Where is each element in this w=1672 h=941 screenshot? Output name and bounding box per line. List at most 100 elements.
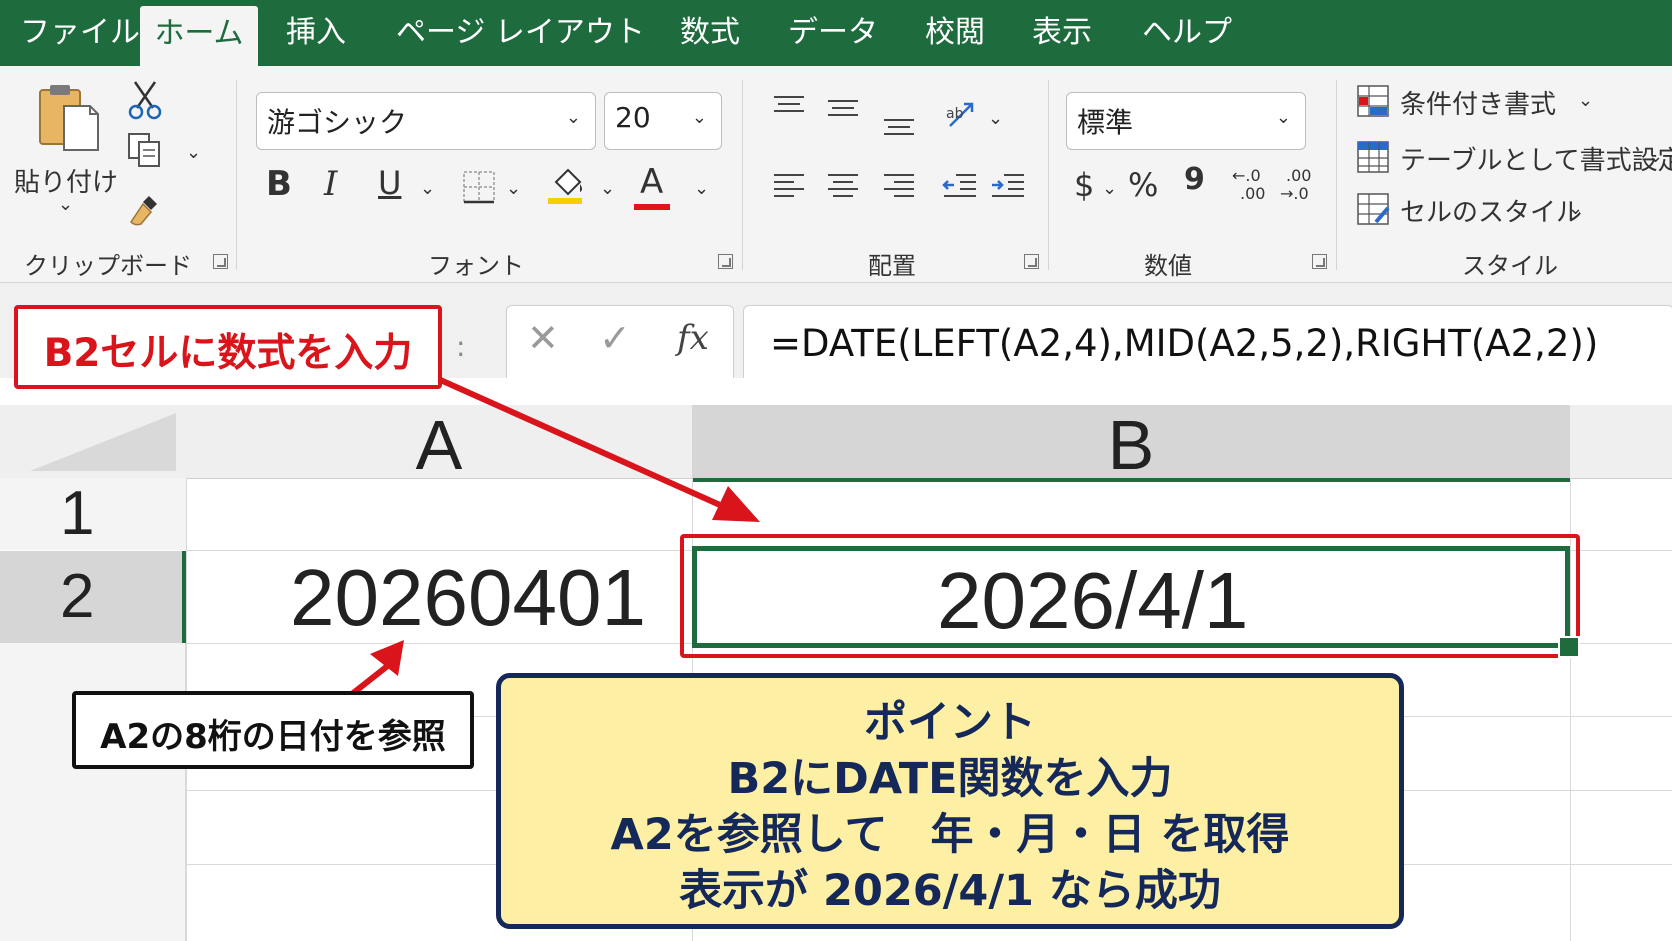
border-dropdown-chevron-icon[interactable]: ⌄ [506, 178, 521, 199]
column-header-b[interactable]: B [692, 405, 1570, 484]
decrease-indent-icon[interactable] [942, 172, 978, 202]
alignment-launcher-icon[interactable] [1024, 254, 1039, 269]
tab-home[interactable]: ホーム [140, 6, 258, 66]
fill-color-dropdown-chevron-icon[interactable]: ⌄ [600, 178, 615, 199]
formula-controls: ✕ ✓ fx [506, 305, 734, 387]
chevron-down-icon: ⌄ [1568, 198, 1584, 219]
tab-insert[interactable]: 挿入 [286, 0, 346, 66]
cell-b2[interactable]: 2026/4/1 [692, 546, 1570, 648]
currency-dropdown-chevron-icon[interactable]: ⌄ [1102, 178, 1117, 199]
insert-function-button[interactable]: fx [677, 318, 709, 358]
conditional-formatting-label: 条件付き書式 [1400, 90, 1557, 120]
underline-button[interactable]: U [378, 164, 401, 202]
cut-icon[interactable] [127, 80, 163, 120]
row-headers-blank [0, 643, 186, 941]
tab-review[interactable]: 校閲 [925, 0, 985, 66]
orientation-dropdown-chevron-icon[interactable]: ⌄ [988, 108, 1003, 129]
cancel-icon[interactable]: ✕ [527, 316, 559, 360]
align-left-icon[interactable] [772, 172, 806, 202]
conditional-formatting-button[interactable]: 条件付き書式 ⌄ [1356, 84, 1656, 128]
ribbon-tab-bar: ファイル ホーム 挿入 ページ レイアウト 数式 データ 校閲 表示 ヘルプ [0, 0, 1672, 66]
copy-icon[interactable] [127, 132, 163, 170]
format-as-table-button[interactable]: テーブルとして書式設定 ⌄ [1356, 140, 1672, 184]
bold-button[interactable]: B [266, 164, 292, 204]
font-size-dropdown[interactable]: 20 ⌄ [604, 92, 722, 150]
clipboard-icon [39, 85, 99, 151]
point-box: ポイント B2にDATE関数を入力 A2を参照して 年・月・日 を取得 表示が … [496, 673, 1404, 929]
align-middle-icon[interactable] [826, 98, 860, 128]
decrease-decimal-top: .00 [1286, 166, 1312, 185]
increase-indent-icon[interactable] [990, 172, 1026, 202]
increase-decimal-button[interactable]: ←.0 .00 [1232, 166, 1276, 210]
font-name-value: 游ゴシック [267, 106, 408, 139]
border-icon[interactable] [462, 170, 496, 204]
tab-view[interactable]: 表示 [1032, 0, 1092, 66]
align-right-icon[interactable] [882, 172, 916, 202]
tab-page-layout[interactable]: ページ レイアウト [396, 0, 645, 66]
conditional-formatting-icon [1357, 85, 1389, 117]
tab-formulas[interactable]: 数式 [680, 0, 740, 66]
tab-data[interactable]: データ [788, 0, 878, 66]
cell-a2[interactable]: 20260401 [290, 552, 646, 644]
column-header-a[interactable]: A [186, 405, 692, 484]
callout-enter-formula: B2セルに数式を入力 [14, 305, 442, 389]
clipboard-launcher-icon[interactable] [213, 254, 228, 269]
fill-color-icon[interactable] [546, 162, 586, 206]
font-launcher-icon[interactable] [718, 254, 733, 269]
enter-check-icon[interactable]: ✓ [599, 316, 631, 360]
font-color-button[interactable]: A [640, 162, 663, 202]
formula-text: =DATE(LEFT(A2,4),MID(A2,5,2),RIGHT(A2,2)… [770, 322, 1599, 365]
align-top-icon[interactable] [772, 94, 806, 124]
font-name-dropdown[interactable]: 游ゴシック ⌄ [256, 92, 596, 150]
chevron-down-icon: ⌄ [691, 107, 707, 128]
name-box-splitter[interactable]: : [456, 330, 465, 363]
format-as-table-icon [1357, 141, 1389, 173]
cell-b2-value: 2026/4/1 [937, 556, 1249, 645]
ribbon: 貼り付け ⌄ ⌄ クリップボード 游ゴシック ⌄ 20 ⌄ B I U ⌄ ⌄ [0, 66, 1672, 283]
number-launcher-icon[interactable] [1312, 254, 1327, 269]
comma-style-button[interactable]: 9 [1184, 162, 1205, 197]
cell-styles-button[interactable]: セルのスタイル ⌄ [1356, 192, 1656, 236]
arrow-to-b2-head-icon [712, 486, 760, 522]
column-header-c[interactable] [1570, 405, 1672, 479]
tab-help[interactable]: ヘルプ [1142, 0, 1232, 66]
select-all-corner[interactable] [0, 405, 186, 479]
number-format-dropdown[interactable]: 標準 ⌄ [1066, 92, 1306, 150]
decrease-decimal-button[interactable]: .00 →.0 [1280, 166, 1324, 210]
format-painter-icon[interactable] [127, 192, 163, 228]
cell-styles-icon [1357, 193, 1390, 225]
font-color-dropdown-chevron-icon[interactable]: ⌄ [694, 178, 709, 199]
decrease-decimal-bottom: →.0 [1280, 184, 1309, 203]
callout-reference-a2-text: A2の8桁の日付を参照 [100, 717, 446, 757]
currency-button[interactable]: $ [1074, 166, 1094, 204]
cell-styles-label: セルのスタイル [1400, 198, 1583, 228]
align-center-icon[interactable] [826, 172, 860, 202]
row-header-2[interactable]: 2 [0, 551, 186, 643]
ribbon-separator [1048, 80, 1049, 270]
chevron-down-icon: ⌄ [565, 107, 581, 128]
point-line-3: 表示が 2026/4/1 なら成功 [679, 866, 1221, 916]
increase-decimal-bottom: .00 [1240, 184, 1266, 203]
ribbon-separator [236, 80, 237, 270]
copy-dropdown-chevron-icon[interactable]: ⌄ [186, 142, 201, 163]
point-title: ポイント [864, 698, 1036, 748]
arrow-to-a2-head-icon [370, 640, 404, 676]
styles-group-label: スタイル [1462, 252, 1558, 280]
orientation-icon[interactable]: ab [944, 98, 980, 134]
chevron-down-icon: ⌄ [1578, 90, 1594, 111]
callout-reference-a2: A2の8桁の日付を参照 [72, 691, 474, 769]
point-line-1: B2にDATE関数を入力 [727, 754, 1173, 804]
callout-enter-formula-text: B2セルに数式を入力 [43, 331, 413, 376]
percent-button[interactable]: % [1128, 166, 1158, 204]
align-bottom-icon[interactable] [882, 110, 916, 140]
tab-file[interactable]: ファイル [20, 0, 140, 66]
fill-handle[interactable] [1558, 636, 1580, 658]
formula-input[interactable]: =DATE(LEFT(A2,4),MID(A2,5,2),RIGHT(A2,2)… [743, 305, 1672, 387]
underline-dropdown-chevron-icon[interactable]: ⌄ [420, 178, 435, 199]
italic-button[interactable]: I [324, 164, 337, 204]
row-header-1[interactable]: 1 [0, 478, 186, 550]
font-color-swatch [634, 204, 670, 210]
paste-button[interactable]: 貼り付け ⌄ [14, 82, 118, 215]
ribbon-separator [1336, 80, 1337, 270]
paste-dropdown-chevron-icon[interactable]: ⌄ [58, 194, 73, 215]
